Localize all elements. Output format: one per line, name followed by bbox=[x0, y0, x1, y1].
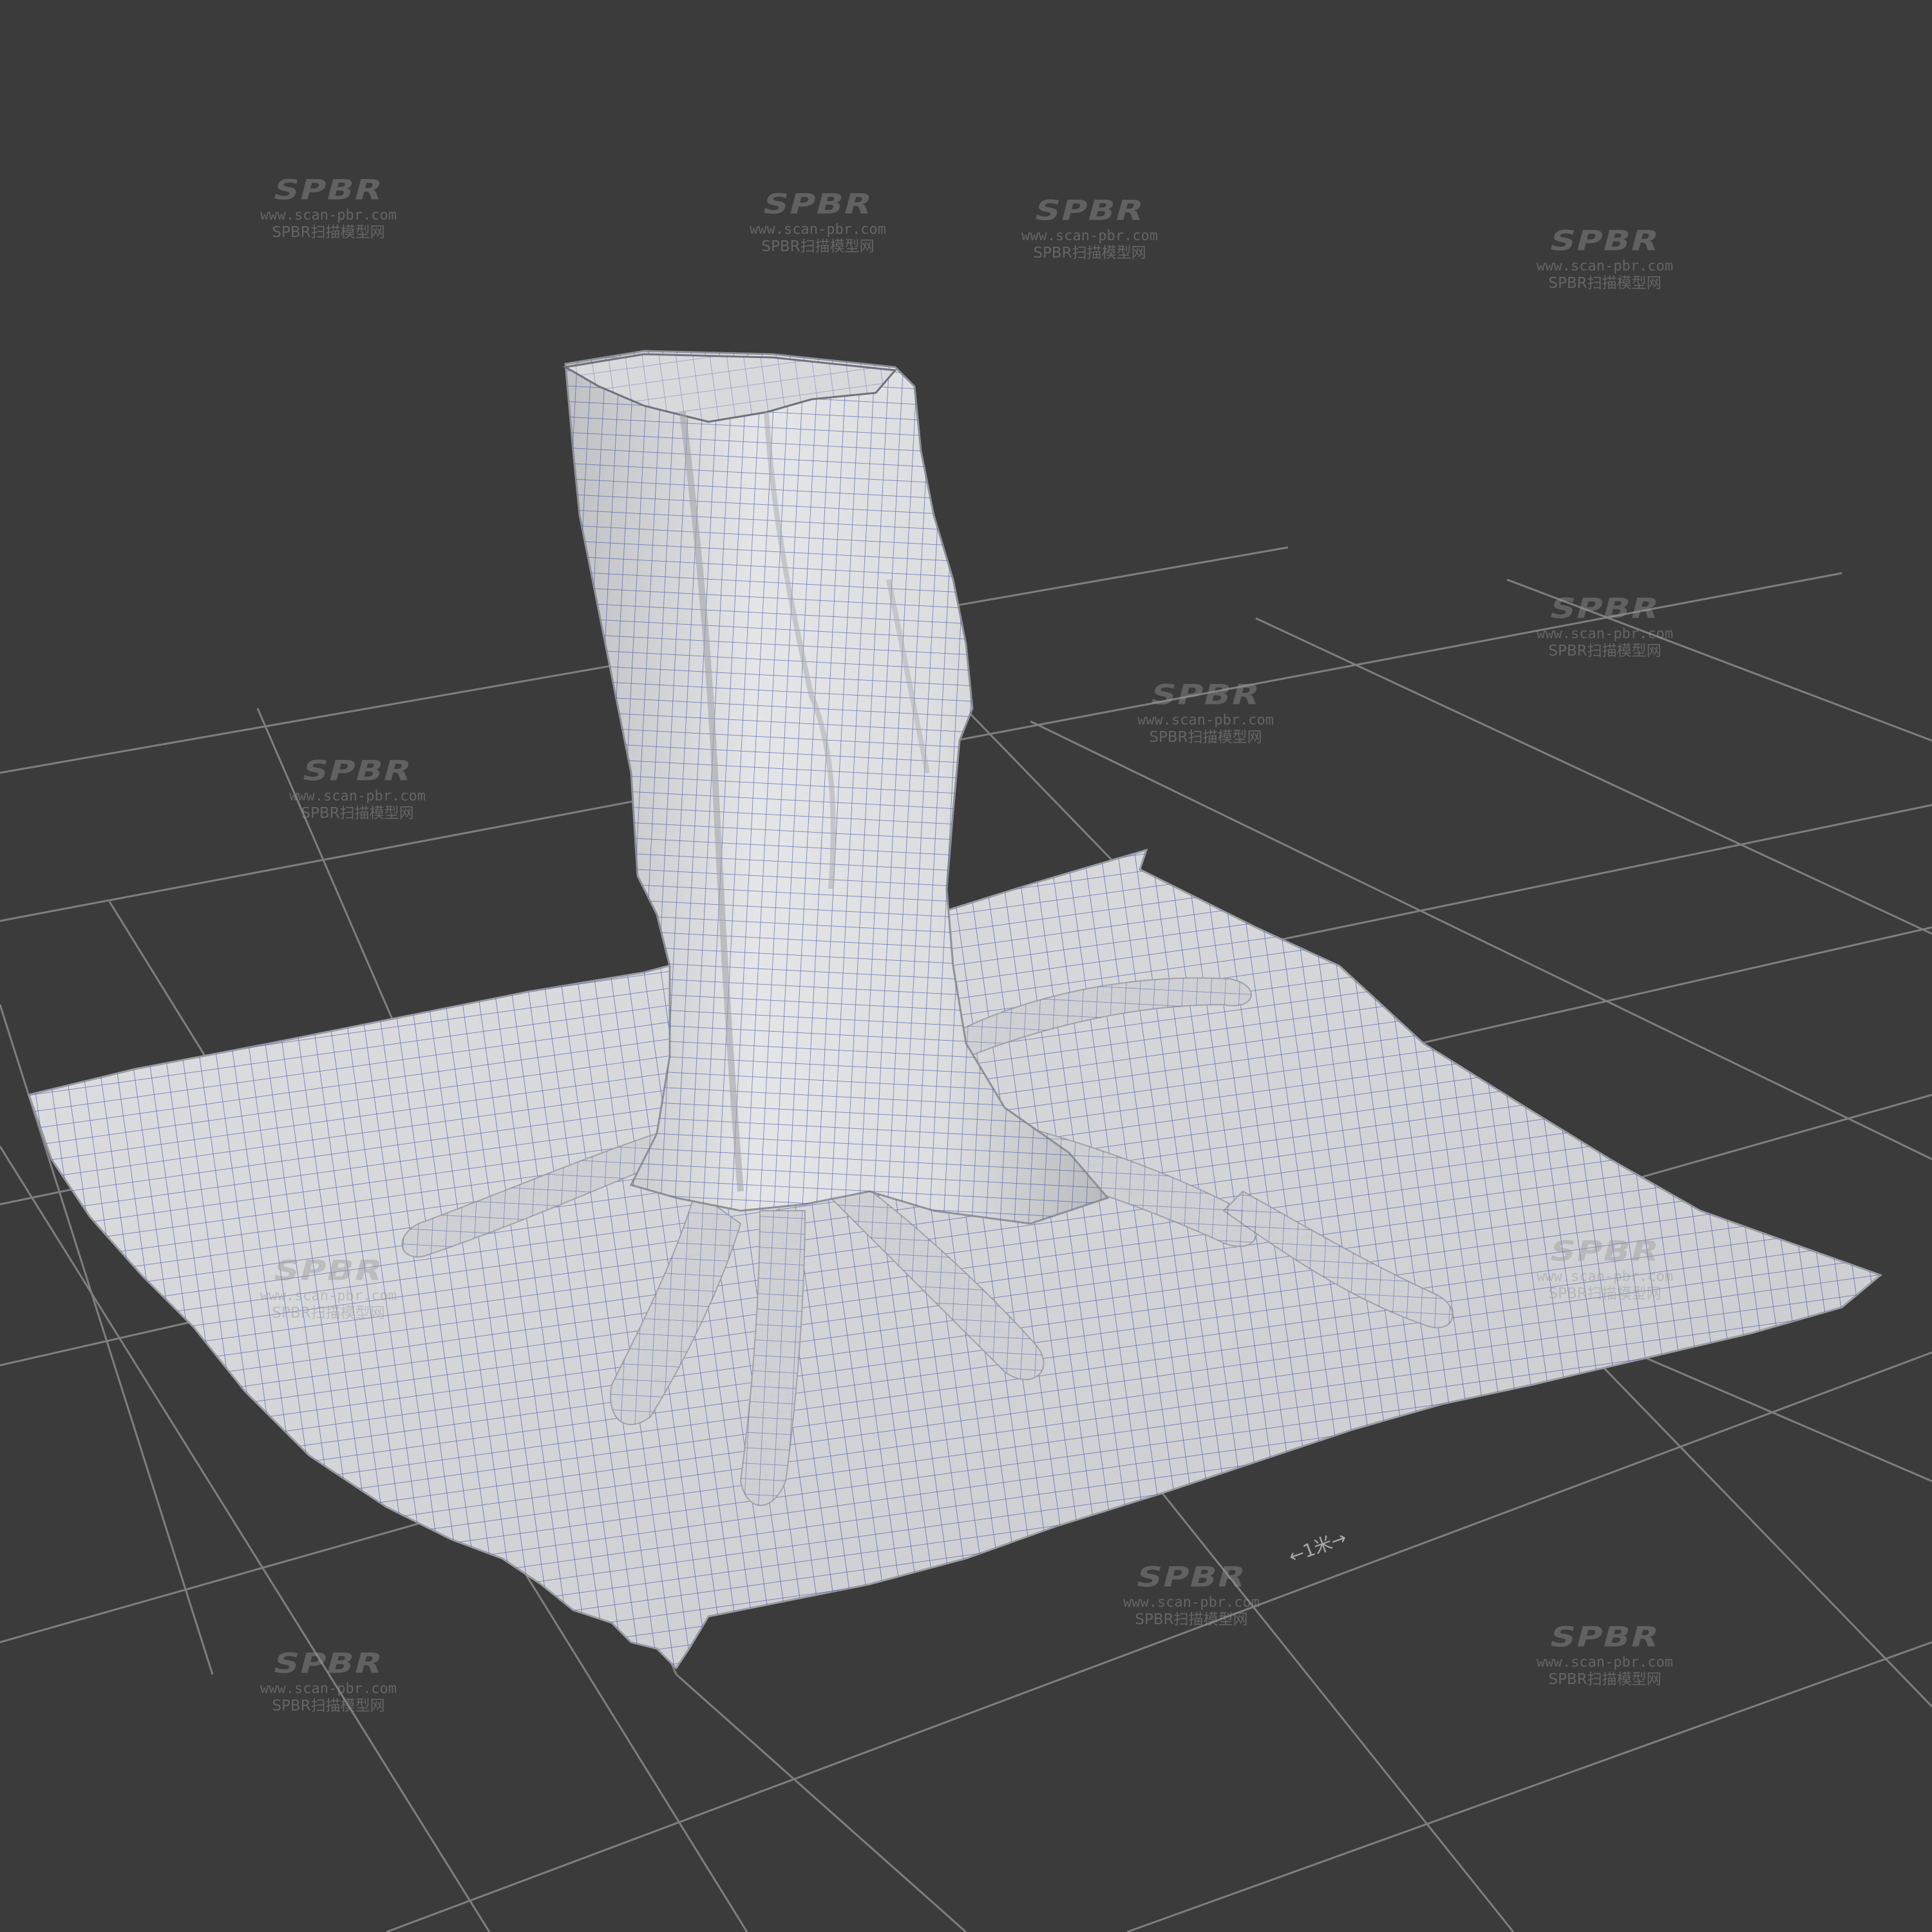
3d-viewport[interactable]: SPBR www.scan-pbr.com SPBR扫描模型网 SPBR www… bbox=[0, 0, 1932, 1932]
grid-line bbox=[676, 1673, 967, 1932]
grid-line bbox=[1506, 578, 1932, 742]
grid-line bbox=[1126, 1641, 1932, 1932]
grid-line bbox=[1126, 1448, 1515, 1932]
scene-canvas[interactable] bbox=[0, 0, 1932, 1932]
grid-line bbox=[1255, 617, 1932, 935]
